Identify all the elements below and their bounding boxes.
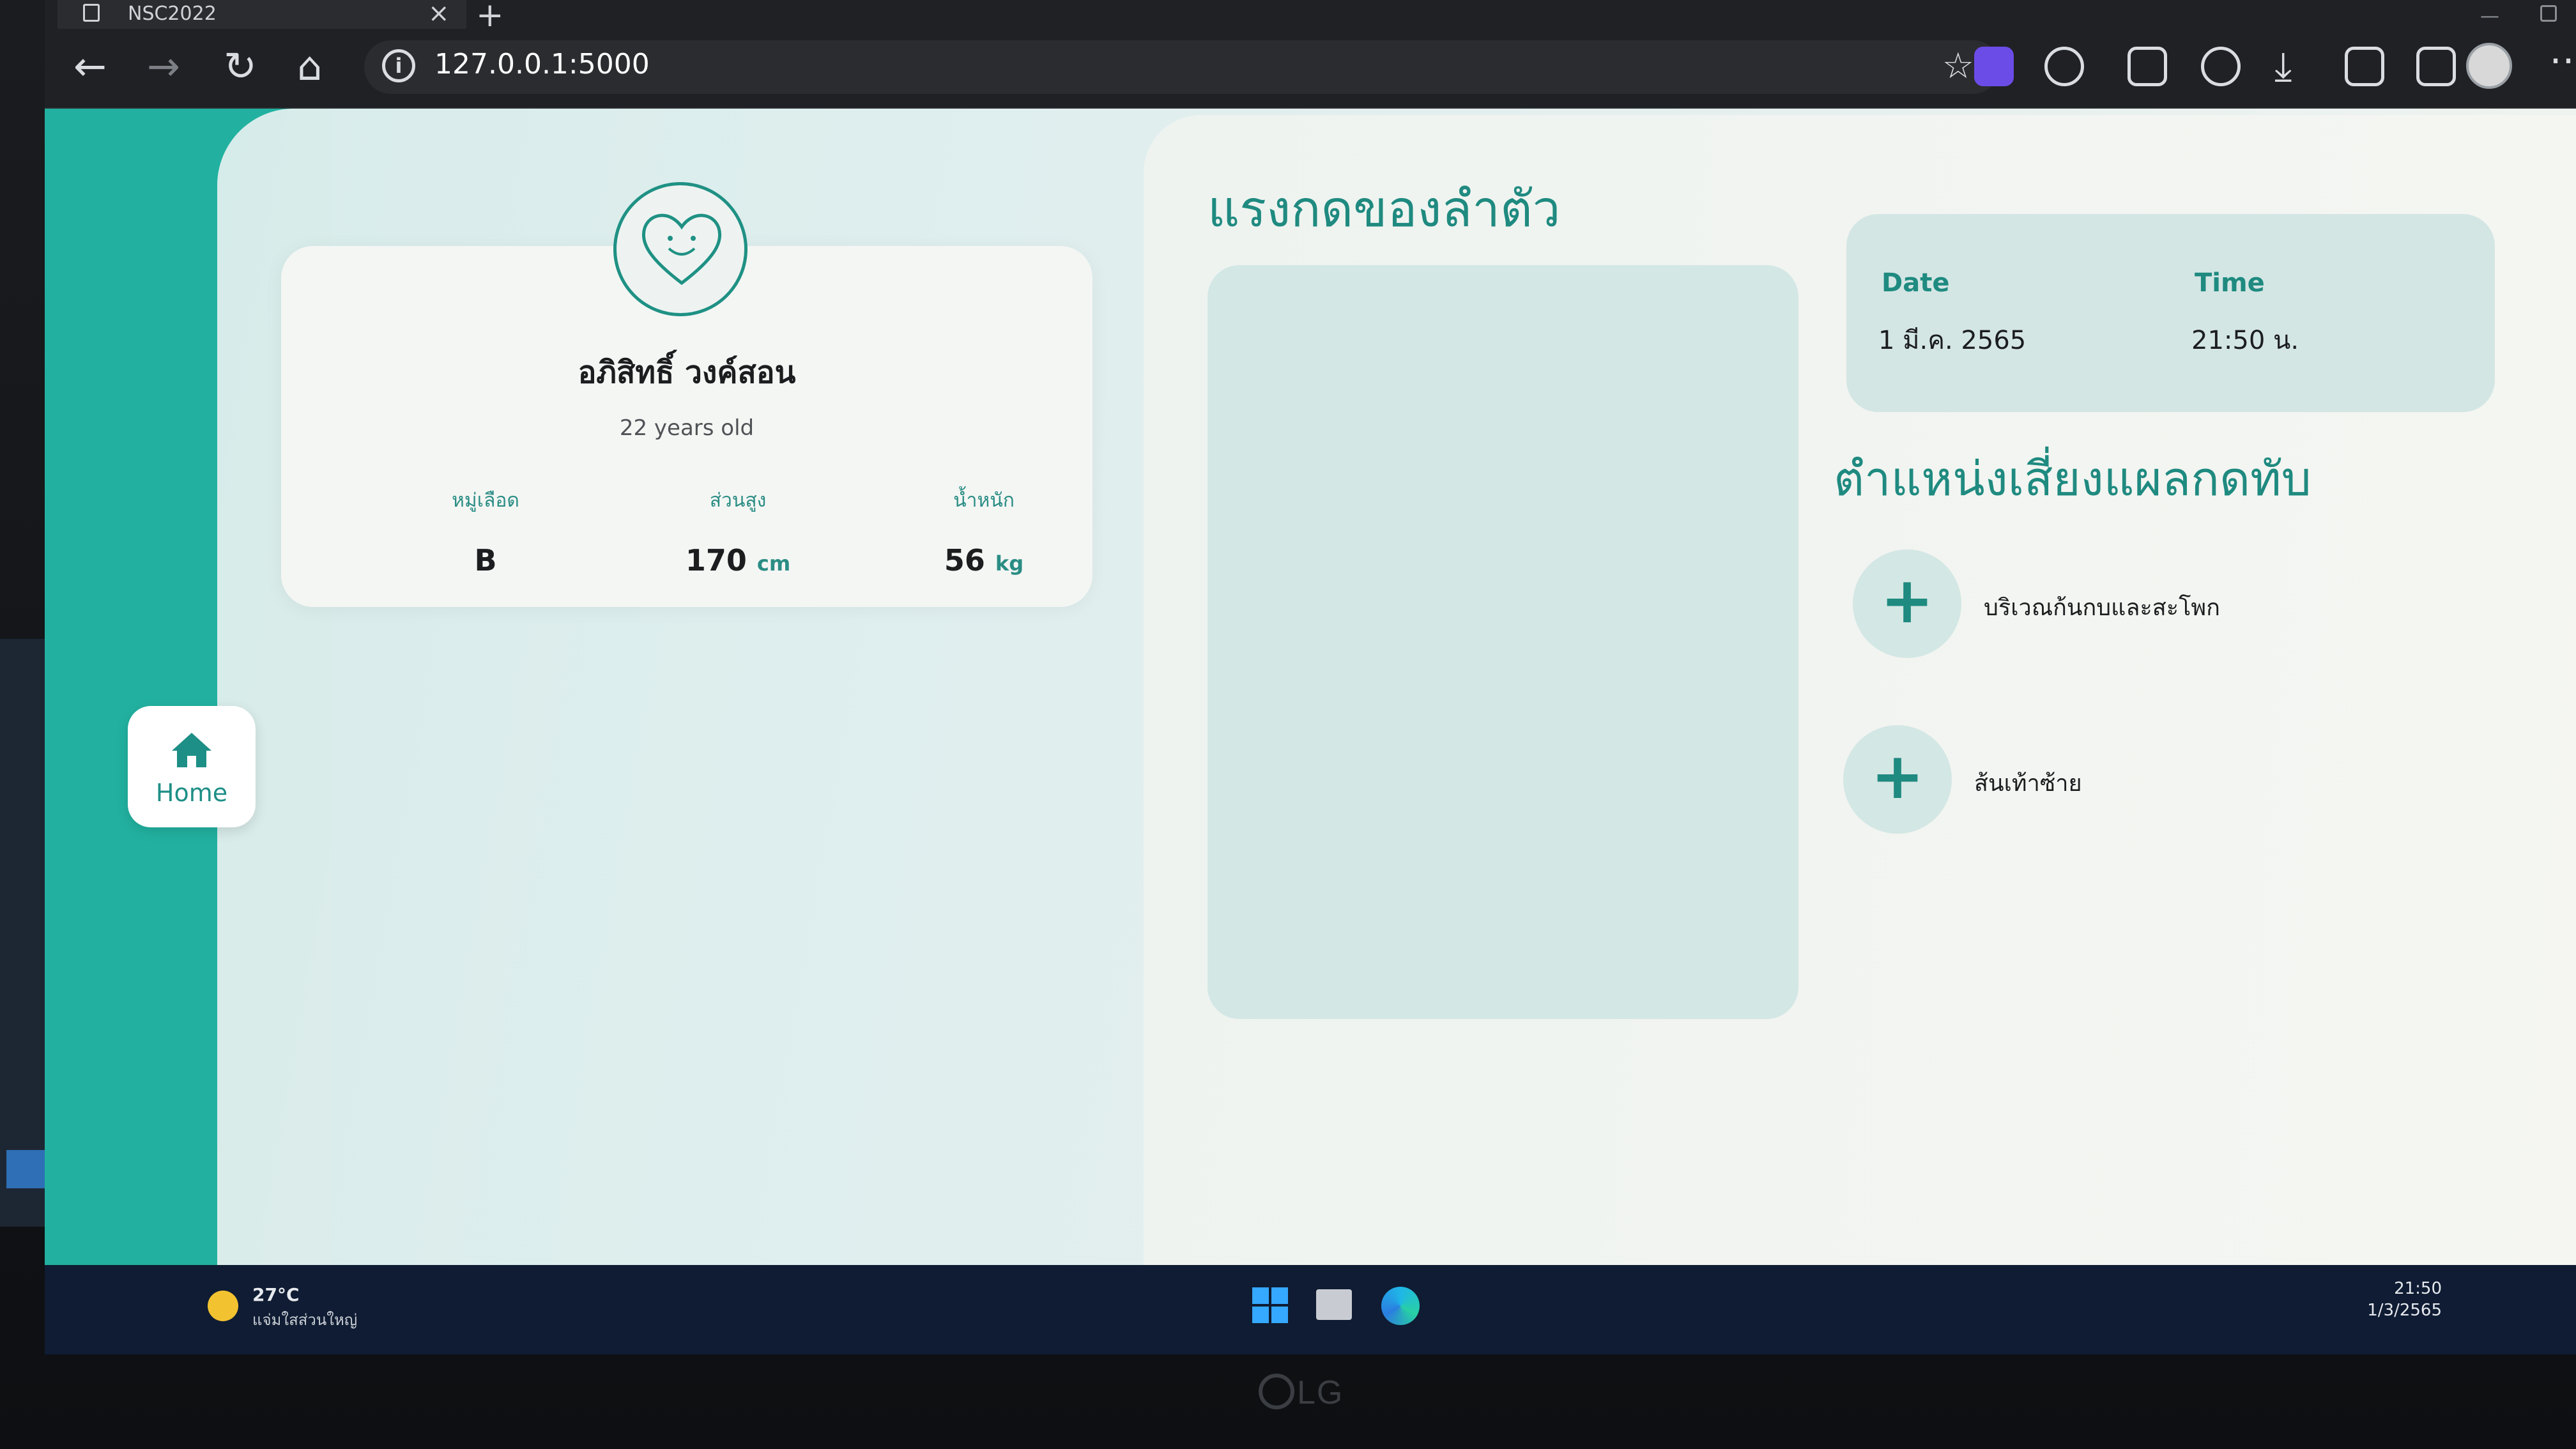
weight-value: 56 kg [882, 543, 1086, 578]
weather-moon-icon[interactable] [208, 1291, 238, 1321]
weight-unit: kg [995, 551, 1024, 576]
weight-label: น้ำหนัก [953, 489, 1015, 512]
pressure-map-area [1208, 265, 1798, 1019]
clock-time[interactable]: 21:50 [2394, 1279, 2442, 1298]
date-value: 1 มี.ค. 2565 [1878, 326, 2027, 355]
home-nav-icon[interactable]: ⌂ [297, 44, 322, 89]
avatar [613, 182, 747, 316]
extensions-puzzle-icon[interactable] [2044, 47, 2084, 86]
risk-item-label: บริเวณก้นกบและสะโพก [1984, 595, 2220, 621]
browser-essentials-icon[interactable] [2345, 47, 2384, 86]
site-info-icon[interactable]: i [382, 49, 415, 82]
home-icon [172, 733, 211, 767]
home-label: Home [155, 779, 228, 807]
date-label: Date [1882, 268, 1950, 298]
minimize-icon[interactable]: — [2480, 5, 2499, 27]
favorite-star-icon[interactable]: ☆ [1942, 45, 1974, 87]
browser-tab[interactable]: NSC2022 × [57, 0, 466, 29]
back-icon[interactable]: ← [73, 44, 107, 89]
height-label: ส่วนสูง [709, 489, 767, 512]
collections-icon[interactable] [2128, 47, 2167, 86]
task-view-icon[interactable] [1316, 1289, 1352, 1320]
page-icon [83, 4, 100, 22]
height-unit: cm [756, 551, 791, 576]
close-tab-icon[interactable]: × [428, 0, 450, 28]
home-button[interactable]: Home [128, 706, 256, 827]
time-label: Time [2195, 268, 2265, 298]
edge-browser-icon[interactable] [1381, 1287, 1420, 1325]
app-page: Home อภิสิทธิ์ วงค์สอน 22 years old หมู่… [45, 109, 2576, 1265]
lg-logo-icon [1259, 1374, 1294, 1409]
address-bar[interactable]: i 127.0.0.1:5000 ☆ [364, 40, 2000, 94]
height-value-text: 170 [685, 543, 747, 578]
screen: NSC2022 × + — ← → ↻ ⌂ i 127.0.0.1:5000 ☆… [45, 0, 2576, 1354]
blood-type-label: หมู่เลือด [452, 489, 519, 512]
weather-description[interactable]: แจ่มใสส่วนใหญ่ [252, 1307, 357, 1332]
plus-icon[interactable]: + [1843, 725, 1952, 834]
datetime-card [1846, 214, 2495, 412]
pressure-title: แรงกดของลำตัว [1208, 181, 1561, 238]
height-value: 170 cm [636, 543, 840, 578]
forward-icon[interactable]: → [147, 44, 180, 89]
time-value: 21:50 น. [2191, 326, 2299, 355]
history-icon[interactable] [2201, 47, 2241, 86]
weather-temperature[interactable]: 27°C [252, 1284, 300, 1305]
tab-bar: NSC2022 × + — [45, 0, 2576, 34]
address-url[interactable]: 127.0.0.1:5000 [434, 48, 650, 80]
profile-avatar[interactable] [2466, 43, 2512, 89]
downloads-icon[interactable]: ⤓ [2274, 44, 2292, 89]
blood-type-value-text: B [474, 543, 497, 578]
windows-start-icon[interactable] [1252, 1287, 1288, 1323]
plus-icon[interactable]: + [1853, 549, 1961, 658]
browser-toolbar: ← → ↻ ⌂ i 127.0.0.1:5000 ☆ ⤓ ⋯ [45, 29, 2576, 109]
risk-title: ตำแหน่งเสี่ยงแผลกดทับ [1834, 452, 2312, 507]
blood-type-value: B [383, 543, 588, 578]
restore-icon[interactable] [2540, 5, 2557, 22]
windows-taskbar: 27°C แจ่มใสส่วนใหญ่ 21:50 1/3/2565 [45, 1265, 2576, 1354]
user-age: 22 years old [619, 415, 755, 441]
user-name: อภิสิทธิ์ วงค์สอน [578, 355, 796, 390]
risk-item[interactable]: + บริเวณก้นกบและสะโพก [1853, 549, 2428, 658]
heart-smile-icon [641, 213, 722, 286]
weight-value-text: 56 [944, 543, 985, 578]
clock-date[interactable]: 1/3/2565 [2367, 1301, 2442, 1320]
risk-item-label: ส้นเท้าซ้าย [1974, 770, 2082, 797]
risk-item[interactable]: + ส้นเท้าซ้าย [1843, 725, 2418, 834]
more-menu-icon[interactable]: ⋯ [2549, 38, 2576, 82]
share-icon[interactable] [2416, 47, 2456, 86]
extension-icon[interactable] [1974, 47, 2014, 86]
monitor-brand: LG [1297, 1374, 1344, 1411]
reload-icon[interactable]: ↻ [224, 44, 257, 89]
tab-title: NSC2022 [128, 3, 217, 25]
